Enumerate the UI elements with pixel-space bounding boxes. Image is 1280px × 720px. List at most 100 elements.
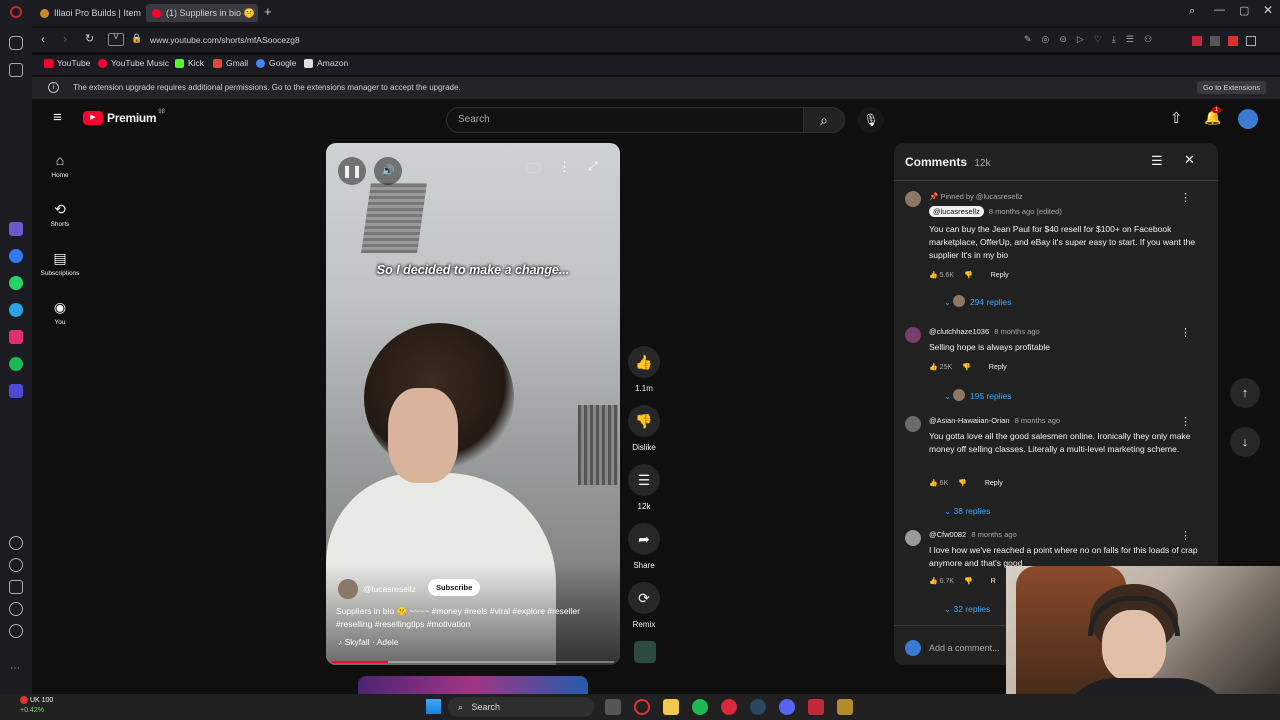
tab-search-icon[interactable]: ⌕ — [1189, 5, 1195, 18]
extension-icons[interactable] — [1192, 33, 1272, 47]
dislike-button[interactable]: 👎 Dislike — [624, 405, 664, 452]
new-tab-button[interactable]: + — [264, 4, 272, 19]
maximize-button[interactable]: ▢ — [1239, 4, 1249, 17]
dislike-icon[interactable]: 👎 — [962, 364, 971, 371]
replies-toggle[interactable]: ⌄ 38 replies — [944, 501, 990, 519]
go-to-extensions-button[interactable]: Go to Extensions — [1197, 81, 1267, 94]
scroll-down-button[interactable]: ↓ — [1230, 427, 1260, 457]
upload-icon[interactable]: ⇧ — [1170, 109, 1183, 127]
replies-toggle[interactable]: ⌄ 294 replies — [944, 292, 1012, 310]
file-explorer-icon[interactable] — [663, 699, 679, 715]
menu-icon[interactable]: ≡ — [53, 109, 62, 126]
more-icon[interactable]: ⋮ — [1180, 326, 1191, 339]
video-description[interactable]: Suppliers in bio 🤫 ~~~~ #money #reels #v… — [336, 605, 616, 631]
discord-taskbar-icon[interactable] — [779, 699, 795, 715]
search-input[interactable]: Search — [446, 107, 804, 133]
sidebar-home-icon[interactable] — [9, 36, 23, 50]
comment-author[interactable]: @Cfw0082 — [929, 530, 966, 539]
voice-search-button[interactable]: 🎙 — [858, 107, 884, 133]
subscribe-button[interactable]: Subscribe — [428, 579, 481, 596]
league-taskbar-icon[interactable] — [837, 699, 853, 715]
bookmark-google[interactable]: Google — [256, 58, 296, 68]
reload-icon[interactable]: ↻ — [85, 32, 94, 45]
tab-illaoi[interactable]: Illaoi Pro Builds | Item Buil — [34, 4, 144, 22]
add-comment-input[interactable]: Add a comment... — [929, 643, 1000, 653]
sidebar-whatsapp-icon[interactable] — [9, 276, 23, 290]
forward-icon[interactable]: › — [63, 32, 67, 46]
like-icon[interactable]: 👍 — [929, 578, 940, 585]
sidebar-settings-icon[interactable] — [9, 602, 23, 616]
more-options-icon[interactable]: ⋮ — [558, 159, 571, 175]
sound-thumbnail[interactable] — [634, 641, 656, 663]
more-icon[interactable]: ⋮ — [1180, 529, 1191, 542]
close-window-button[interactable]: ✕ — [1263, 3, 1273, 17]
avatar[interactable] — [905, 416, 921, 432]
taskbar-search[interactable]: ⌕ Search — [448, 697, 594, 717]
sidebar-player-icon[interactable] — [9, 384, 23, 398]
like-icon[interactable]: 👍 — [929, 480, 940, 487]
captions-icon[interactable] — [526, 163, 540, 173]
dislike-icon[interactable]: 👎 — [964, 578, 973, 585]
scrollbar[interactable] — [1208, 183, 1212, 613]
shorts-video-player[interactable]: ❚❚ 🔊 ⋮ ⤢ So I decided to make a change..… — [326, 143, 620, 665]
scroll-up-button[interactable]: ↑ — [1230, 378, 1260, 408]
like-icon[interactable]: 👍 — [929, 272, 940, 279]
vpn-badge[interactable]: V — [108, 33, 124, 46]
dislike-icon[interactable]: 👎 — [964, 272, 973, 279]
sidebar-more-icon[interactable]: ⋯ — [10, 663, 20, 674]
pause-button[interactable]: ❚❚ — [338, 157, 366, 185]
search-button[interactable]: ⌕ — [803, 107, 845, 133]
avatar[interactable] — [905, 530, 921, 546]
more-icon[interactable]: ⋮ — [1180, 415, 1191, 428]
comment-author[interactable]: @clutchhaze1036 — [929, 327, 989, 336]
replies-toggle[interactable]: ⌄ 32 replies — [944, 599, 990, 617]
sidebar-tips-icon[interactable] — [9, 624, 23, 638]
url-text[interactable]: www.youtube.com/shorts/mfASoocezg8 — [150, 35, 300, 45]
comment-author[interactable]: @Asian-Hawaiian-Orian — [929, 416, 1010, 425]
opera-taskbar-icon[interactable] — [634, 699, 650, 715]
opera-logo-icon[interactable] — [10, 6, 22, 18]
remix-button[interactable]: ⟳ Remix — [624, 582, 664, 629]
bookmark-amazon[interactable]: Amazon — [304, 58, 348, 68]
fullscreen-icon[interactable]: ⤢ — [588, 159, 598, 174]
sidebar-extensions-icon[interactable] — [9, 580, 23, 594]
sidebar-history-icon[interactable] — [9, 558, 23, 572]
reply-button[interactable]: Reply — [989, 364, 1007, 371]
task-view-icon[interactable] — [605, 699, 621, 715]
spotify-taskbar-icon[interactable] — [692, 699, 708, 715]
like-button[interactable]: 👍 1.1m — [624, 346, 664, 393]
reply-button[interactable]: R — [991, 578, 996, 585]
address-toolbar-icons[interactable]: ✎◎⊝▷♡⤓☰⚇ — [1024, 34, 1162, 45]
replies-toggle[interactable]: ⌄ 195 replies — [944, 386, 1012, 404]
avatar[interactable] — [905, 327, 921, 343]
volume-button[interactable]: 🔊 — [374, 157, 402, 185]
sidebar-telegram-icon[interactable] — [9, 303, 23, 317]
share-button[interactable]: ➦ Share — [624, 523, 664, 570]
steam-taskbar-icon[interactable] — [750, 699, 766, 715]
opera-gx-taskbar-icon[interactable] — [721, 699, 737, 715]
reply-button[interactable]: Reply — [985, 480, 1003, 487]
bookmark-kick[interactable]: Kick — [175, 58, 204, 68]
nav-you[interactable]: ◉ You — [32, 299, 88, 326]
video-progress-track[interactable] — [332, 661, 614, 663]
sidebar-spotify-icon[interactable] — [9, 357, 23, 371]
reply-button[interactable]: Reply — [991, 272, 1009, 279]
nav-home[interactable]: ⌂ Home — [32, 152, 88, 179]
comments-button[interactable]: ☰ 12k — [624, 464, 664, 511]
minimize-button[interactable]: — — [1214, 4, 1225, 16]
sidebar-heart-icon[interactable] — [9, 536, 23, 550]
account-avatar[interactable] — [1238, 109, 1258, 129]
windows-start-icon[interactable] — [426, 699, 441, 714]
sort-icon[interactable]: ☰ — [1151, 153, 1163, 169]
ticker-widget[interactable]: UK 100 +0.42% — [20, 696, 53, 716]
bookmark-youtube[interactable]: YouTube — [44, 58, 90, 68]
nav-subscriptions[interactable]: ▤ Subscriptions — [32, 250, 88, 277]
channel-name[interactable]: @lucasresellz — [363, 584, 416, 594]
comment-author[interactable]: @lucasresellz — [929, 206, 984, 217]
like-icon[interactable]: 👍 — [929, 364, 940, 371]
sidebar-messenger-icon[interactable] — [9, 249, 23, 263]
avatar[interactable] — [905, 191, 921, 207]
bookmark-youtube-music[interactable]: YouTube Music — [98, 58, 169, 68]
sidebar-bookmark-icon[interactable] — [9, 63, 23, 77]
close-comments-icon[interactable]: ✕ — [1184, 152, 1195, 168]
